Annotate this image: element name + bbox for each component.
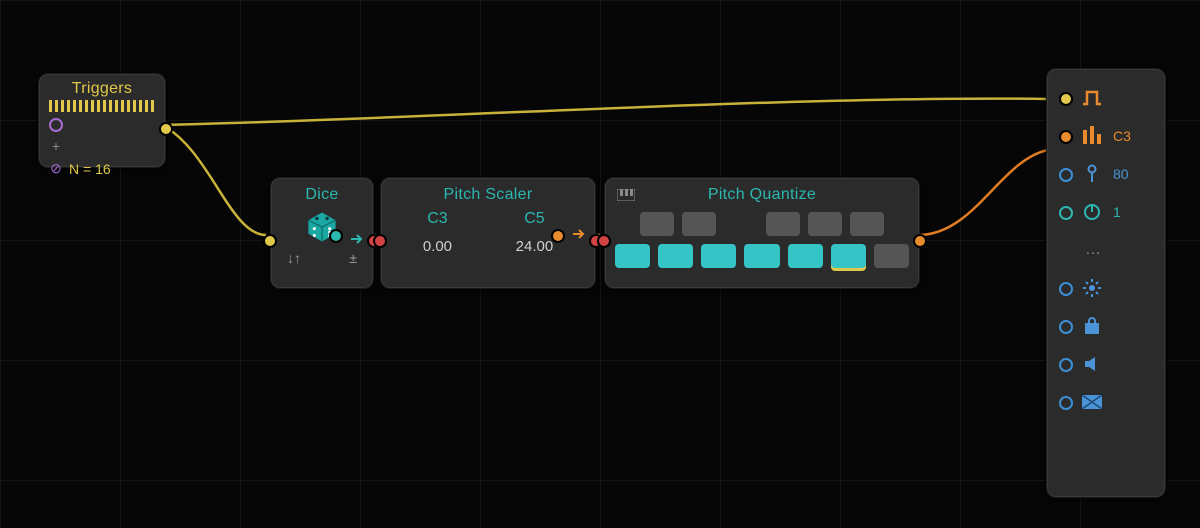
scaler-low-val[interactable]: 0.00 xyxy=(423,238,452,255)
speaker-icon xyxy=(1081,353,1103,375)
scaler-high-note[interactable]: C5 xyxy=(516,210,554,228)
knob-icon xyxy=(1081,201,1103,223)
gate-icon xyxy=(1081,87,1103,109)
out-duration-label: 1 xyxy=(1113,204,1135,220)
quantize-in-port[interactable] xyxy=(597,234,611,248)
dice-node[interactable]: Dice ↓↑ ± xyxy=(270,177,374,289)
quantize-key[interactable] xyxy=(766,212,800,236)
pitch-scaler-title: Pitch Scaler xyxy=(391,186,585,204)
triggers-port-purple[interactable] xyxy=(49,118,63,132)
envelope-icon xyxy=(1081,391,1103,413)
pin-icon xyxy=(1081,163,1103,185)
more-icon: … xyxy=(1085,241,1101,259)
out-row-bag[interactable] xyxy=(1055,307,1157,345)
out-port-velocity[interactable] xyxy=(1059,168,1073,182)
out-port-volume[interactable] xyxy=(1059,358,1073,372)
out-port-gate[interactable] xyxy=(1059,92,1073,106)
out-row-pan[interactable] xyxy=(1055,383,1157,421)
pitch-scaler-node[interactable]: Pitch Scaler C3 0.00 C5 24.00 xyxy=(380,177,596,289)
dice-mid-port[interactable] xyxy=(329,229,343,243)
out-port-pan[interactable] xyxy=(1059,396,1073,410)
out-row-pitch[interactable]: C3 xyxy=(1055,117,1157,155)
triggers-node[interactable]: Triggers + ⊘ N = 16 xyxy=(38,73,166,168)
bag-icon xyxy=(1081,315,1103,337)
triggers-out-port[interactable] xyxy=(159,122,173,136)
background-grid xyxy=(0,0,1200,528)
out-row-more[interactable]: … xyxy=(1055,231,1157,269)
out-port-brightness[interactable] xyxy=(1059,282,1073,296)
scaler-low-note[interactable]: C3 xyxy=(423,210,452,228)
quantize-key[interactable] xyxy=(640,212,674,236)
output-strip[interactable]: C3 80 1 … xyxy=(1046,68,1166,498)
out-port-bag[interactable] xyxy=(1059,320,1073,334)
quantize-key[interactable] xyxy=(808,212,842,236)
out-row-gate[interactable] xyxy=(1055,79,1157,117)
quantize-out-port[interactable] xyxy=(913,234,927,248)
quantize-key[interactable] xyxy=(744,244,779,268)
arrow-icon xyxy=(351,233,365,245)
dice-title: Dice xyxy=(281,186,363,204)
quantize-key[interactable] xyxy=(682,212,716,236)
quantize-black-keys[interactable] xyxy=(615,212,909,236)
out-row-brightness[interactable] xyxy=(1055,269,1157,307)
quantize-key[interactable] xyxy=(615,244,650,268)
out-pitch-label: C3 xyxy=(1113,128,1135,144)
dice-plus-icon[interactable]: ± xyxy=(349,250,357,266)
out-row-volume[interactable] xyxy=(1055,345,1157,383)
out-velocity-label: 80 xyxy=(1113,166,1135,182)
keyboard-icon xyxy=(617,188,635,204)
arrow-icon xyxy=(573,228,587,240)
quantize-key[interactable] xyxy=(831,244,866,268)
out-port-duration[interactable] xyxy=(1059,206,1073,220)
out-row-duration[interactable]: 1 xyxy=(1055,193,1157,231)
quantize-key[interactable] xyxy=(658,244,693,268)
triggers-wave-icon xyxy=(49,100,155,112)
scaler-in-port[interactable] xyxy=(373,234,387,248)
quantize-key[interactable] xyxy=(701,244,736,268)
triggers-title: Triggers xyxy=(49,80,155,98)
triggers-plus-icon[interactable]: + xyxy=(49,138,63,154)
pitch-quantize-title: Pitch Quantize xyxy=(615,186,909,204)
out-row-velocity[interactable]: 80 xyxy=(1055,155,1157,193)
quantize-key[interactable] xyxy=(850,212,884,236)
triggers-reset-icon[interactable]: ⊘ xyxy=(49,160,63,177)
pitch-quantize-node[interactable]: Pitch Quantize xyxy=(604,177,920,289)
quantize-white-keys[interactable] xyxy=(615,244,909,268)
dice-sort-icon[interactable]: ↓↑ xyxy=(287,250,301,266)
triggers-n-label: N = 16 xyxy=(69,161,111,177)
scaler-high-val[interactable]: 24.00 xyxy=(516,238,554,255)
quantize-key[interactable] xyxy=(874,244,909,268)
patch-cables xyxy=(0,0,1200,528)
pitch-bars-icon xyxy=(1081,125,1103,147)
brightness-icon xyxy=(1081,277,1103,299)
scaler-mid-port[interactable] xyxy=(551,229,565,243)
dice-in-port[interactable] xyxy=(263,234,277,248)
out-port-pitch[interactable] xyxy=(1059,130,1073,144)
quantize-key[interactable] xyxy=(788,244,823,268)
